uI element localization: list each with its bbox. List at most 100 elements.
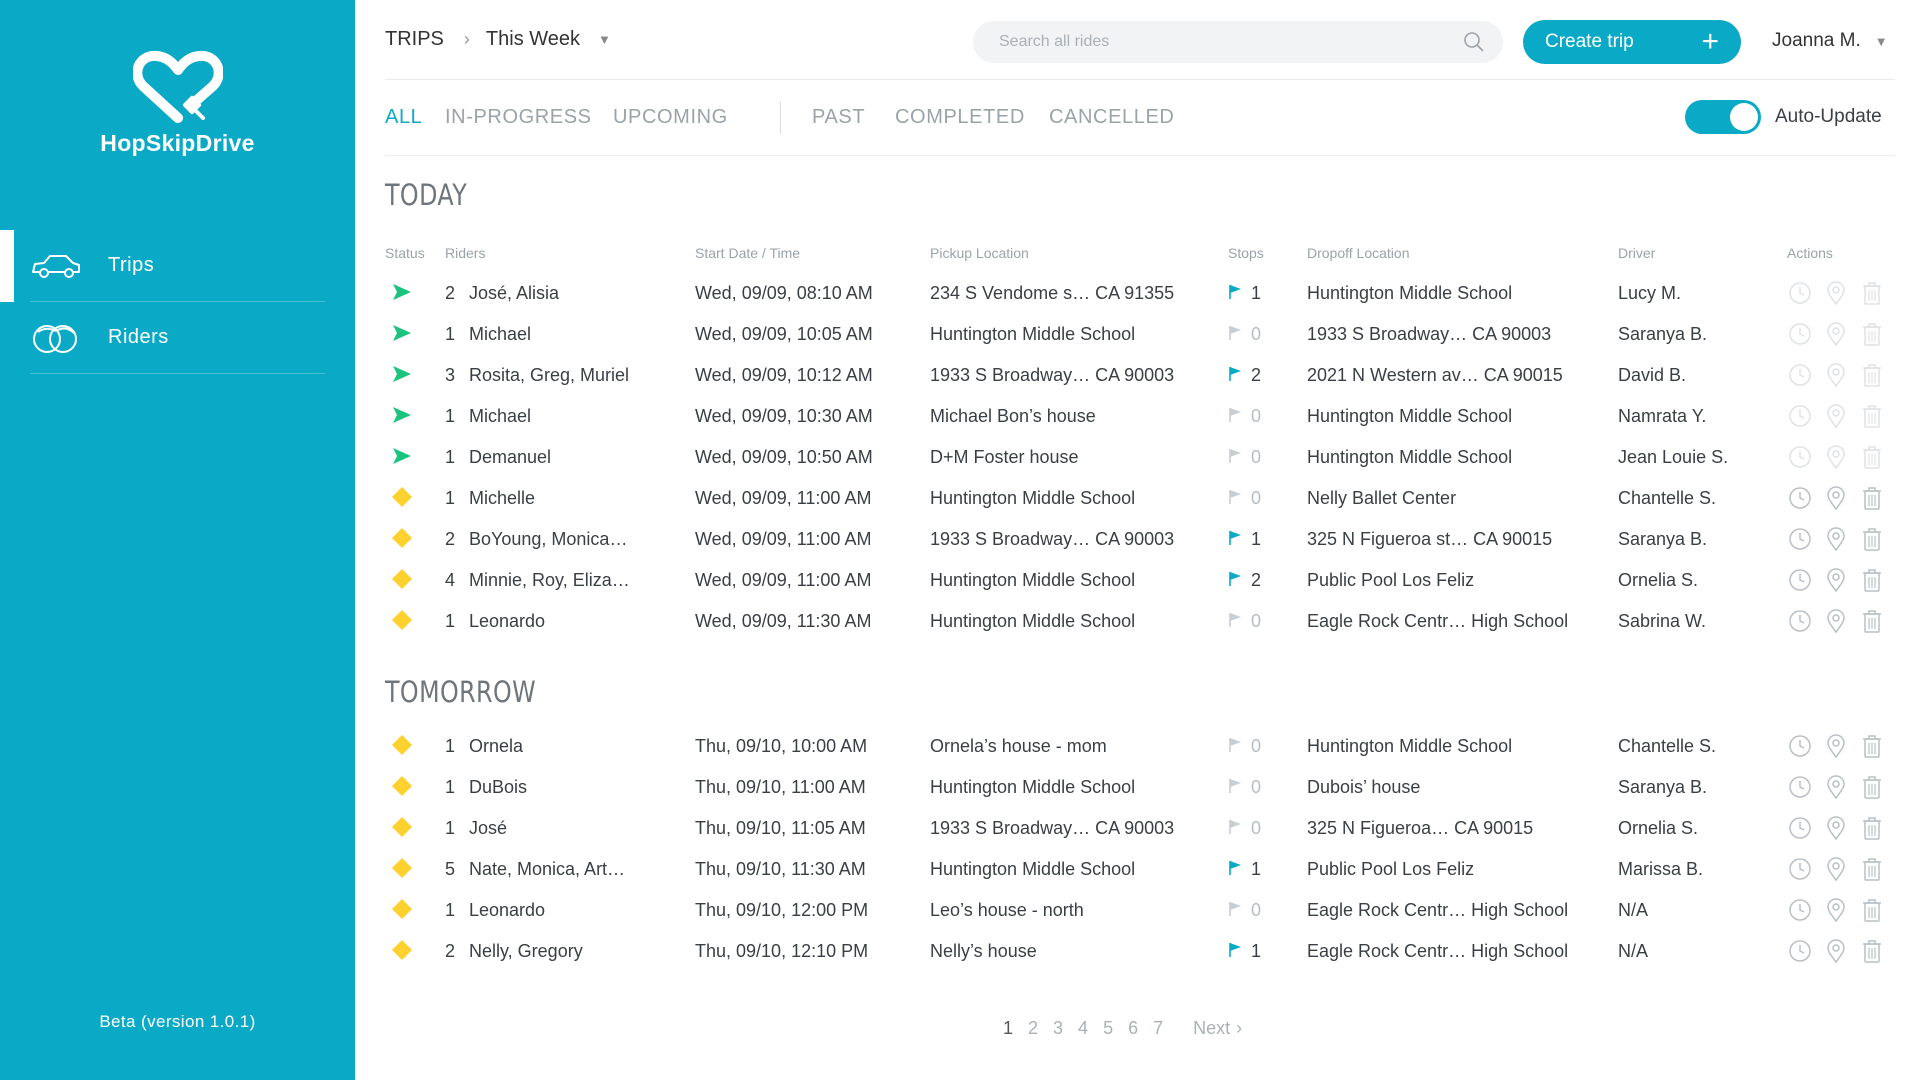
in-progress-arrow-icon [391, 281, 413, 303]
map-pin-icon[interactable] [1823, 321, 1849, 347]
map-pin-icon[interactable] [1823, 567, 1849, 593]
map-pin-icon[interactable] [1823, 733, 1849, 759]
table-row[interactable]: 2 BoYoung, Monica… Wed, 09/09, 11:00 AM 193… [385, 518, 1895, 559]
clock-icon[interactable] [1787, 567, 1813, 593]
trash-icon[interactable] [1859, 403, 1885, 429]
page-link[interactable]: 2 [1028, 1018, 1038, 1039]
auto-update-toggle[interactable] [1685, 100, 1761, 134]
map-pin-icon[interactable] [1823, 856, 1849, 882]
clock-icon[interactable] [1787, 321, 1813, 347]
table-row[interactable]: 1 Michael Wed, 09/09, 10:30 AM Michael Bon’… [385, 395, 1895, 436]
map-pin-icon[interactable] [1823, 444, 1849, 470]
trash-icon[interactable] [1859, 567, 1885, 593]
trash-icon[interactable] [1859, 608, 1885, 634]
trash-icon[interactable] [1859, 362, 1885, 388]
flag-icon [1228, 737, 1242, 758]
logo[interactable]: HopSkipDrive [0, 50, 355, 157]
map-pin-icon[interactable] [1823, 774, 1849, 800]
upcoming-diamond-icon [391, 939, 413, 961]
map-pin-icon[interactable] [1823, 403, 1849, 429]
clock-icon[interactable] [1787, 608, 1813, 634]
caret-down-icon[interactable]: ▼ [598, 32, 611, 47]
page-link[interactable]: 6 [1128, 1018, 1138, 1039]
table-row[interactable]: 1 José Thu, 09/10, 11:05 AM 1933 S Broadway… [385, 807, 1895, 848]
trash-icon[interactable] [1859, 897, 1885, 923]
table-row[interactable]: 4 Minnie, Roy, Eliza… Wed, 09/09, 11:00 AM… [385, 559, 1895, 600]
tab-all[interactable]: ALL [385, 106, 422, 129]
map-pin-icon[interactable] [1823, 362, 1849, 388]
map-pin-icon[interactable] [1823, 897, 1849, 923]
period-dropdown[interactable]: This Week [486, 28, 580, 51]
map-pin-icon[interactable] [1823, 485, 1849, 511]
rider-names: Michelle [469, 488, 536, 508]
column-header-stops: Stops [1228, 245, 1264, 261]
table-row[interactable]: 1 Michelle Wed, 09/09, 11:00 AM Huntington … [385, 477, 1895, 518]
map-pin-icon[interactable] [1823, 608, 1849, 634]
tab-completed[interactable]: COMPLETED [895, 106, 1025, 129]
page-link[interactable]: 5 [1103, 1018, 1113, 1039]
trash-icon[interactable] [1859, 815, 1885, 841]
map-pin-icon[interactable] [1823, 280, 1849, 306]
user-menu[interactable]: Joanna M. ▼ [1772, 30, 1888, 52]
table-row[interactable]: 2 José, Alisia Wed, 09/09, 08:10 AM 234 S V… [385, 272, 1895, 313]
table-row[interactable]: 2 Nelly, Gregory Thu, 09/10, 12:10 PM Nelly… [385, 930, 1895, 971]
table-row[interactable]: 1 Demanuel Wed, 09/09, 10:50 AM D+M Foster … [385, 436, 1895, 477]
search-box [973, 21, 1503, 63]
tab-in-progress[interactable]: IN-PROGRESS [445, 106, 592, 129]
page-link[interactable]: 7 [1153, 1018, 1163, 1039]
trash-icon[interactable] [1859, 280, 1885, 306]
trash-icon[interactable] [1859, 526, 1885, 552]
start-datetime: Wed, 09/09, 11:00 AM [695, 570, 872, 590]
trash-icon[interactable] [1859, 444, 1885, 470]
clock-icon[interactable] [1787, 856, 1813, 882]
clock-icon[interactable] [1787, 526, 1813, 552]
map-pin-icon[interactable] [1823, 526, 1849, 552]
table-row[interactable]: 5 Nate, Monica, Art… Thu, 09/10, 11:30 AM H… [385, 848, 1895, 889]
flag-icon [1228, 366, 1242, 387]
page-link[interactable]: 4 [1078, 1018, 1088, 1039]
clock-icon[interactable] [1787, 485, 1813, 511]
map-pin-icon[interactable] [1823, 938, 1849, 964]
flag-icon [1228, 819, 1242, 840]
search-icon[interactable] [1463, 31, 1485, 58]
search-input[interactable] [973, 21, 1433, 63]
trash-icon[interactable] [1859, 856, 1885, 882]
tab-upcoming[interactable]: UPCOMING [613, 106, 728, 129]
page-link[interactable]: 3 [1053, 1018, 1063, 1039]
clock-icon[interactable] [1787, 280, 1813, 306]
row-actions [1787, 567, 1885, 593]
trash-icon[interactable] [1859, 774, 1885, 800]
driver-name: Chantelle S. [1618, 488, 1717, 508]
table-row[interactable]: 3 Rosita, Greg, Muriel Wed, 09/09, 10:12 A… [385, 354, 1895, 395]
trash-icon[interactable] [1859, 938, 1885, 964]
table-row[interactable]: 1 Ornela Thu, 09/10, 10:00 AM Ornela’s hous… [385, 725, 1895, 766]
clock-icon[interactable] [1787, 403, 1813, 429]
clock-icon[interactable] [1787, 362, 1813, 388]
trash-icon[interactable] [1859, 733, 1885, 759]
clock-icon[interactable] [1787, 733, 1813, 759]
sidebar-item-riders[interactable]: Riders [30, 302, 325, 374]
page-link[interactable]: 1 [1003, 1018, 1013, 1039]
breadcrumb-root[interactable]: TRIPS [385, 28, 444, 51]
create-trip-button[interactable]: Create trip + [1523, 20, 1741, 64]
next-page-button[interactable]: Next › [1193, 1018, 1257, 1039]
tab-past[interactable]: PAST [812, 106, 865, 129]
table-row[interactable]: 1 Leonardo Wed, 09/09, 11:30 AM Huntington … [385, 600, 1895, 641]
row-actions [1787, 733, 1885, 759]
map-pin-icon[interactable] [1823, 815, 1849, 841]
table-row[interactable]: 1 Leonardo Thu, 09/10, 12:00 PM Leo’s house… [385, 889, 1895, 930]
clock-icon[interactable] [1787, 815, 1813, 841]
sidebar-item-trips[interactable]: Trips [0, 230, 325, 302]
clock-icon[interactable] [1787, 897, 1813, 923]
tab-cancelled[interactable]: CANCELLED [1049, 106, 1174, 129]
clock-icon[interactable] [1787, 938, 1813, 964]
table-row[interactable]: 1 Michael Wed, 09/09, 10:05 AM Huntington M… [385, 313, 1895, 354]
clock-icon[interactable] [1787, 774, 1813, 800]
trash-icon[interactable] [1859, 321, 1885, 347]
clock-icon[interactable] [1787, 444, 1813, 470]
start-datetime: Wed, 09/09, 10:30 AM [695, 406, 873, 426]
trash-icon[interactable] [1859, 485, 1885, 511]
rider-count: 1 [445, 324, 456, 344]
upcoming-diamond-icon [391, 816, 413, 838]
table-row[interactable]: 1 DuBois Thu, 09/10, 11:00 AM Huntington Mi… [385, 766, 1895, 807]
